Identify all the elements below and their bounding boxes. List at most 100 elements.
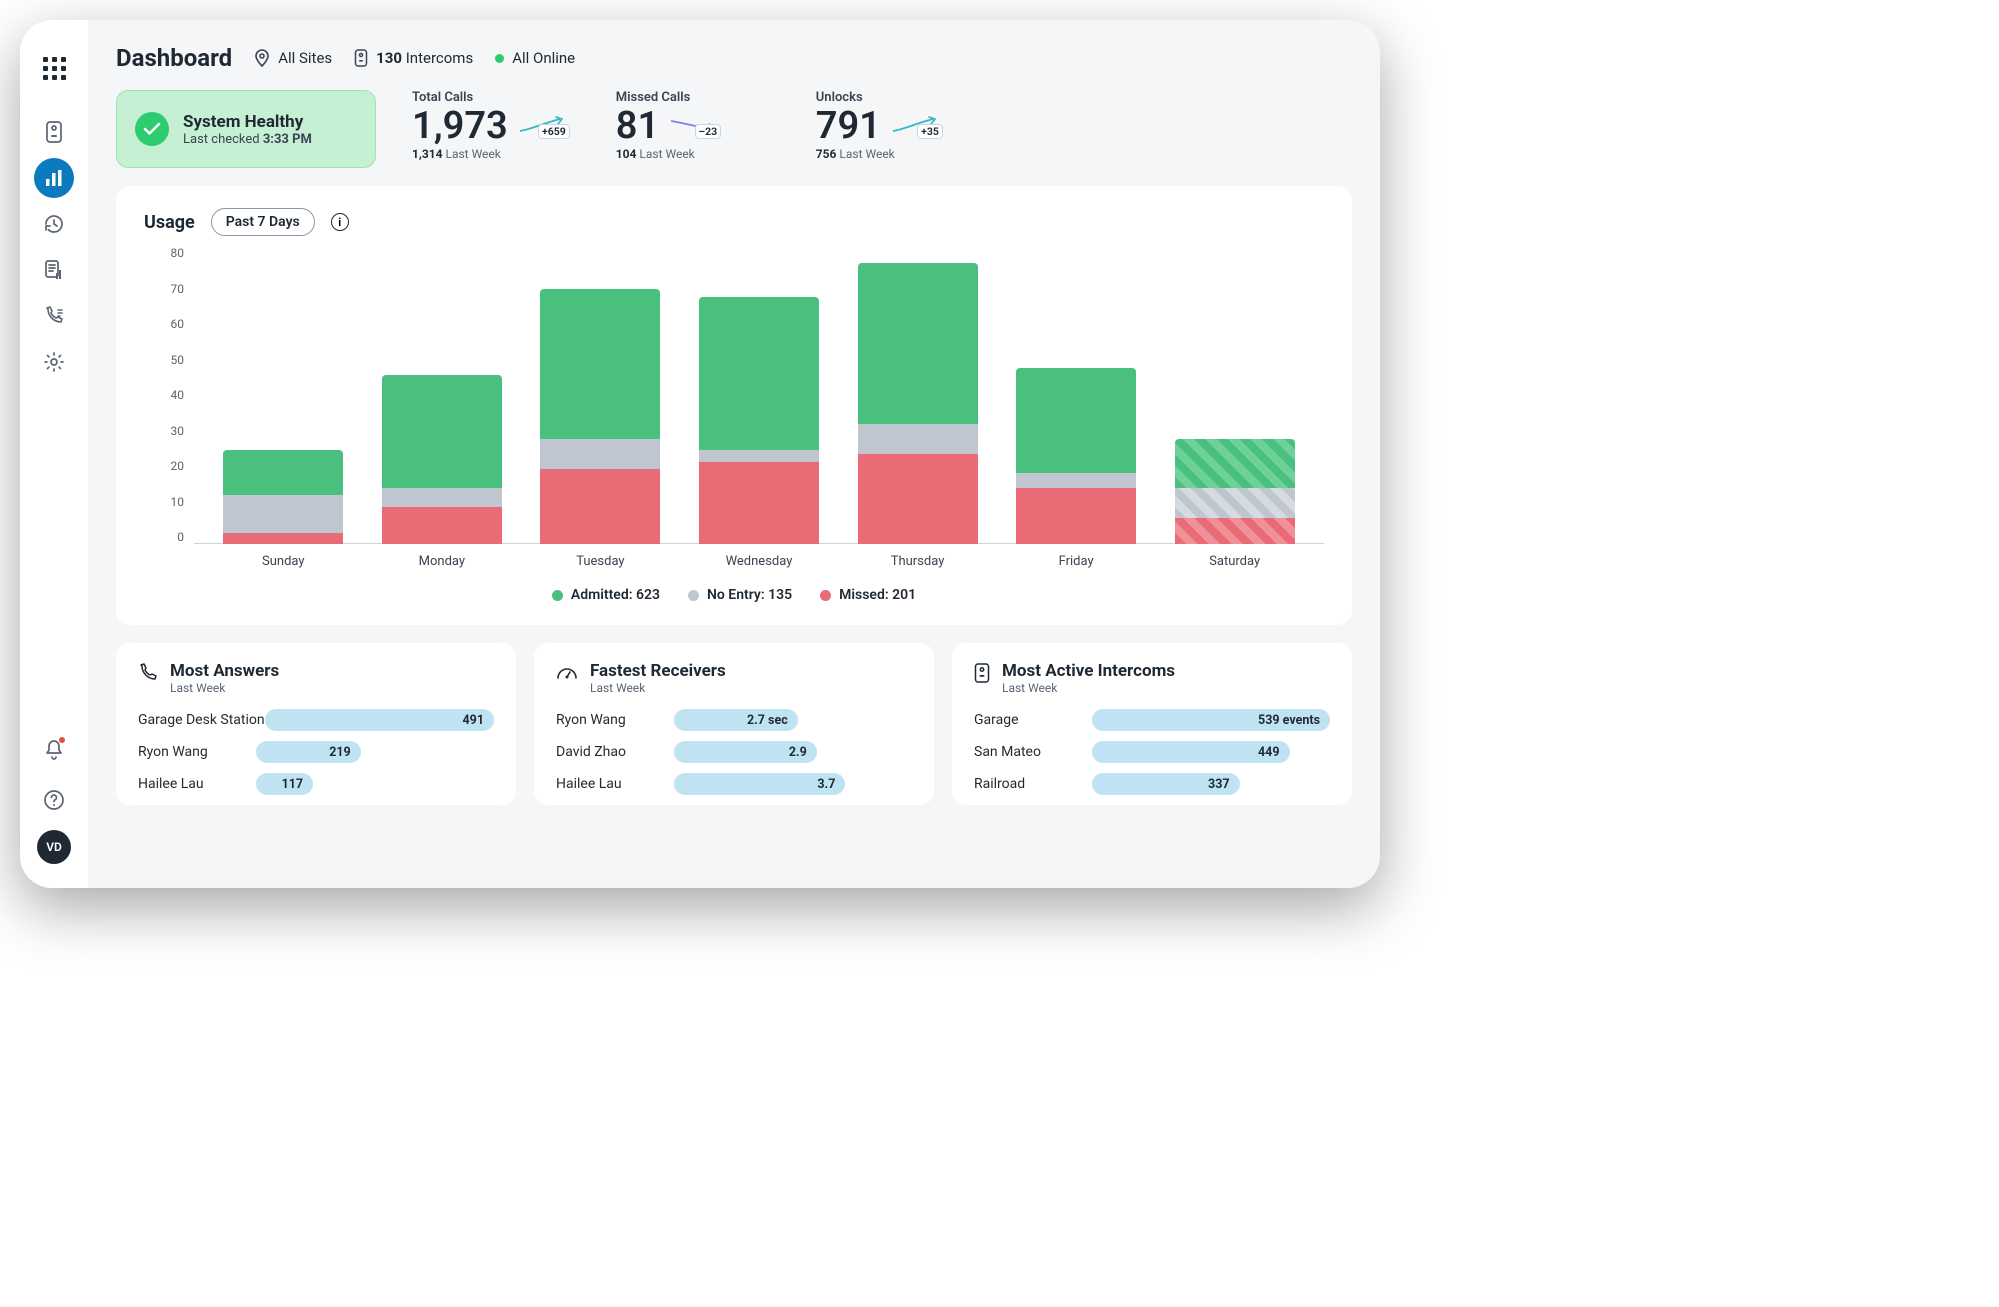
trend-icon: +659 [518, 115, 566, 137]
stat-bar: 3.7 [674, 773, 845, 795]
x-label: Saturday [1175, 554, 1295, 569]
stat-bar: 539 events [1092, 709, 1330, 731]
status-dot-icon [495, 54, 504, 63]
stat-row: Ryon Wang219 [138, 741, 494, 763]
stat-row: Ryon Wang2.7 sec [556, 709, 912, 731]
kpi-unlocks: Unlocks 791 +35 756 Last Week [816, 90, 966, 161]
kpi-label: Unlocks [816, 90, 966, 105]
online-status: All Online [495, 49, 575, 67]
stat-bar: 2.7 sec [674, 709, 798, 731]
stat-bar: 449 [1092, 741, 1290, 763]
nav-intercom-icon[interactable] [34, 112, 74, 152]
intercoms-count[interactable]: 130 Intercoms [354, 49, 473, 67]
stat-name: David Zhao [556, 744, 674, 760]
kpi-sub: 756 Last Week [816, 147, 966, 161]
intercom-icon [354, 49, 368, 67]
nav-settings-icon[interactable] [34, 342, 74, 382]
apps-menu-icon[interactable] [34, 48, 74, 88]
stat-name: Garage [974, 712, 1092, 728]
trend-delta: –23 [695, 124, 722, 139]
nav-calls-icon[interactable] [34, 296, 74, 336]
kpi-value: 791 [816, 107, 881, 145]
stat-row: Hailee Lau3.7 [556, 773, 912, 795]
trend-icon: –23 [669, 115, 717, 137]
y-tick: 60 [144, 317, 194, 331]
kpi-value: 1,973 [412, 107, 508, 145]
x-label: Thursday [858, 554, 978, 569]
bar-sunday[interactable] [223, 450, 343, 544]
main-content: Dashboard All Sites 130 Intercoms All On… [88, 20, 1380, 888]
stat-row: San Mateo449 [974, 741, 1330, 763]
trend-delta: +35 [917, 124, 943, 139]
sites-filter[interactable]: All Sites [254, 49, 332, 67]
stat-bar: 491 [265, 709, 494, 731]
bar-tuesday[interactable] [540, 289, 660, 544]
stat-bar: 117 [256, 773, 313, 795]
stat-bar: 337 [1092, 773, 1240, 795]
bar-saturday[interactable] [1175, 439, 1295, 544]
sites-label: All Sites [278, 49, 332, 67]
x-label: Monday [382, 554, 502, 569]
nav-dashboard-icon[interactable] [34, 158, 74, 198]
kpi-label: Missed Calls [616, 90, 766, 105]
x-label: Wednesday [699, 554, 819, 569]
kpi-sub: 1,314 Last Week [412, 147, 566, 161]
pin-icon [254, 49, 270, 67]
check-icon [135, 112, 169, 146]
kpi-total-calls: Total Calls 1,973 +659 1,314 Last Week [412, 90, 566, 161]
kpi-row: System Healthy Last checked 3:33 PM Tota… [116, 90, 1352, 168]
help-icon[interactable] [34, 780, 74, 820]
notification-dot [58, 736, 66, 744]
stat-name: Garage Desk Station [138, 712, 265, 728]
usage-chart: 80706050403020100 [144, 244, 1324, 544]
kpi-value: 81 [616, 107, 659, 145]
bar-monday[interactable] [382, 375, 502, 544]
y-tick: 80 [144, 246, 194, 260]
stat-row: Hailee Lau117 [138, 773, 494, 795]
phone-icon [138, 663, 158, 683]
x-label: Tuesday [540, 554, 660, 569]
stat-row: David Zhao2.9 [556, 741, 912, 763]
y-tick: 10 [144, 495, 194, 509]
page-title: Dashboard [116, 44, 232, 72]
online-label: All Online [512, 49, 575, 67]
notifications-icon[interactable] [34, 730, 74, 770]
y-tick: 50 [144, 353, 194, 367]
stat-row: Garage Desk Station491 [138, 709, 494, 731]
health-title: System Healthy [183, 112, 312, 132]
chart-legend: Admitted: 623 No Entry: 135 Missed: 201 [144, 587, 1324, 603]
stat-row: Garage539 events [974, 709, 1330, 731]
stat-name: Railroad [974, 776, 1092, 792]
info-icon[interactable]: i [331, 213, 349, 231]
stat-name: San Mateo [974, 744, 1092, 760]
user-avatar[interactable]: VD [37, 830, 71, 864]
y-tick: 70 [144, 282, 194, 296]
kpi-missed-calls: Missed Calls81–23104 Last Week [616, 90, 766, 161]
bar-thursday[interactable] [858, 263, 978, 544]
range-selector[interactable]: Past 7 Days [211, 208, 315, 236]
stat-name: Ryon Wang [138, 744, 256, 760]
sidebar: VD [20, 20, 88, 888]
stat-name: Ryon Wang [556, 712, 674, 728]
x-label: Friday [1016, 554, 1136, 569]
intercom-icon [974, 663, 990, 683]
stat-bar: 219 [256, 741, 361, 763]
kpi-label: Total Calls [412, 90, 566, 105]
y-tick: 40 [144, 388, 194, 402]
stat-name: Hailee Lau [556, 776, 674, 792]
trend-delta: +659 [538, 124, 570, 139]
bar-friday[interactable] [1016, 368, 1136, 544]
nav-history-icon[interactable] [34, 204, 74, 244]
legend-noentry: No Entry: 135 [688, 587, 792, 603]
y-tick: 0 [144, 530, 194, 544]
legend-missed: Missed: 201 [820, 587, 916, 603]
nav-reports-icon[interactable] [34, 250, 74, 290]
bar-wednesday[interactable] [699, 297, 819, 545]
usage-title: Usage [144, 212, 195, 233]
usage-panel: Usage Past 7 Days i 80706050403020100 Su… [116, 186, 1352, 625]
system-health-card: System Healthy Last checked 3:33 PM [116, 90, 376, 168]
legend-admitted: Admitted: 623 [552, 587, 660, 603]
card-most-answers: Most AnswersLast Week Garage Desk Statio… [116, 643, 516, 805]
card-active-intercoms: Most Active IntercomsLast Week Garage539… [952, 643, 1352, 805]
gauge-icon [556, 663, 578, 681]
